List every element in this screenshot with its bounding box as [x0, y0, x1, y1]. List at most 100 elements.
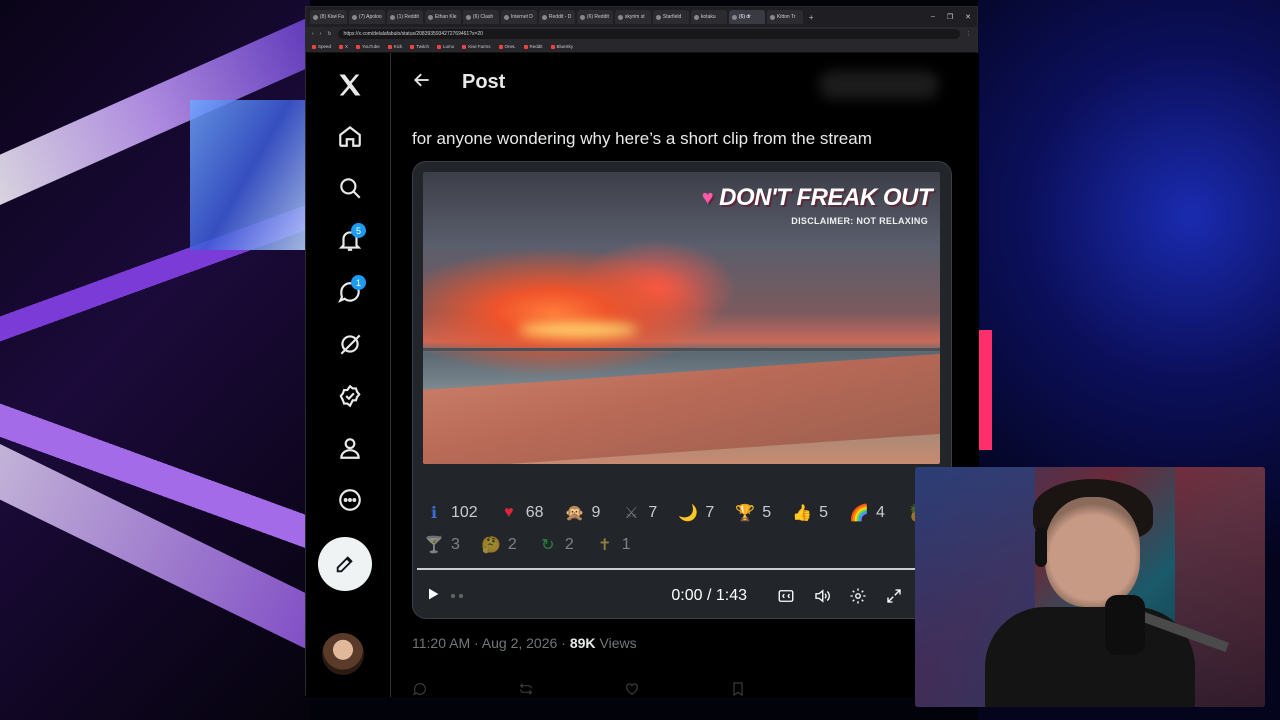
grok-icon[interactable]	[330, 324, 370, 364]
bookmark-item[interactable]: Twitch	[410, 44, 429, 49]
bookmark-favicon-icon	[437, 44, 441, 49]
bookmark-item[interactable]: X	[339, 44, 348, 49]
views-count: 89K	[569, 635, 596, 651]
captions-icon[interactable]	[775, 585, 797, 607]
tab-label: kotaku	[700, 14, 716, 20]
forward-nav-icon[interactable]: ›	[320, 31, 322, 37]
repost-icon[interactable]	[518, 681, 534, 697]
url-text: https://x.com/delalafabulo/status/208393…	[343, 31, 483, 37]
play-icon[interactable]	[425, 586, 441, 607]
x-logo-icon[interactable]	[330, 65, 370, 105]
browser-tab[interactable]: (6) Reddit	[576, 10, 613, 24]
wallpaper-block	[190, 100, 305, 250]
browser-tab[interactable]: Starfield	[652, 10, 689, 24]
video-frame[interactable]: ♥ DON'T FREAK OUT DISCLAIMER: NOT RELAXI…	[423, 172, 940, 464]
tweet-actions	[412, 681, 932, 697]
close-window-button[interactable]: ✕	[965, 13, 971, 21]
tab-label: Ethan Kle	[434, 14, 457, 20]
browser-tab[interactable]: Reddit - D	[538, 10, 575, 24]
bookmark-item[interactable]: Reddit	[523, 44, 543, 49]
video-title: DON'T FREAK OUT	[719, 184, 932, 211]
video-subtitle-overlay: DISCLAIMER: NOT RELAXING	[791, 216, 928, 226]
profile-icon[interactable]	[330, 428, 370, 468]
reaction-item: ℹ 102	[423, 502, 478, 524]
tweet-timestamp[interactable]: 11:20 AM · Aug 2, 2026 ·	[412, 635, 566, 651]
browser-tab[interactable]: (1) Reddit	[386, 10, 423, 24]
tab-favicon-icon	[313, 14, 318, 20]
tab-bar: (8) Kiwi Fa (7) Apoloo (1) Reddit Ethan Kle…	[306, 7, 977, 27]
bookmark-label: YouTube	[362, 44, 380, 49]
like-icon[interactable]	[624, 681, 640, 697]
account-avatar[interactable]	[322, 633, 364, 675]
back-arrow-icon[interactable]	[412, 70, 432, 95]
reply-icon[interactable]	[412, 681, 428, 697]
screen: (8) Kiwi Fa (7) Apoloo (1) Reddit Ethan Kle…	[0, 0, 1280, 720]
browser-tab[interactable]: kotaku	[690, 10, 727, 24]
video-controls: 0:00 / 1:43	[425, 582, 905, 610]
video-title-overlay: ♥ DON'T FREAK OUT	[701, 184, 933, 212]
bookmark-item[interactable]: YouTube	[356, 44, 380, 49]
bookmark-icon[interactable]	[730, 681, 746, 697]
browser-tab[interactable]: Ethan Kle	[424, 10, 461, 24]
tab-label: (6) dr	[738, 14, 751, 20]
reaction-emoji-icon: 🍸	[424, 537, 444, 554]
bookmark-item[interactable]: Kiwi Farms	[462, 44, 491, 49]
tab-favicon-icon	[351, 14, 357, 20]
compose-icon	[336, 556, 353, 573]
tab-label: Reddit - D	[548, 14, 572, 20]
tab-favicon-icon	[427, 14, 433, 20]
browser-tab[interactable]: (7) Apoloo	[348, 10, 385, 24]
minimize-button[interactable]: –	[931, 13, 935, 21]
url-field[interactable]: https://x.com/delalafabulo/status/208393…	[337, 29, 960, 39]
settings-gear-icon[interactable]	[847, 585, 869, 607]
search-icon[interactable]	[330, 168, 370, 208]
browser-tab[interactable]: (8) Kiwi Fa	[310, 10, 347, 24]
bookmark-item[interactable]: Kick	[387, 44, 402, 49]
browser-tab[interactable]: Kitton Tr	[766, 10, 803, 24]
browser-window: (8) Kiwi Fa (7) Apoloo (1) Reddit Ethan Kle…	[305, 6, 979, 697]
volume-icon[interactable]	[811, 585, 833, 607]
maximize-button[interactable]: ❐	[947, 13, 953, 21]
video-player[interactable]: ♥ DON'T FREAK OUT DISCLAIMER: NOT RELAXI…	[412, 161, 952, 619]
x-app: 5 1 Post for anyone wondering why here’s…	[306, 53, 979, 697]
browser-tab[interactable]: Internet D	[500, 10, 537, 24]
bookmark-item[interactable]: OneL	[498, 44, 516, 49]
reaction-emoji-icon: 🙊	[564, 505, 585, 522]
reload-icon[interactable]: ↻	[327, 31, 331, 37]
bookmark-label: Twitch	[416, 44, 429, 49]
heart-icon: ♥	[701, 186, 714, 209]
browser-tab[interactable]: (6) Clash	[462, 10, 499, 24]
bookmark-item[interactable]: Speed	[312, 44, 331, 49]
compose-post-button[interactable]	[318, 537, 372, 591]
back-nav-icon[interactable]: ‹	[312, 31, 314, 37]
notifications-icon[interactable]: 5	[330, 220, 370, 260]
views-label: Views	[599, 635, 637, 651]
popout-icon[interactable]	[883, 585, 905, 607]
bookmark-item[interactable]: Lumo	[437, 44, 454, 49]
tab-label: Starfield	[662, 14, 682, 20]
bookmark-item[interactable]: BlueSky	[550, 44, 573, 49]
new-tab-button[interactable]: +	[805, 13, 818, 22]
bookmark-label: Kiwi Farms	[468, 44, 491, 49]
video-sunset	[518, 322, 638, 338]
more-icon[interactable]	[330, 480, 370, 520]
verified-icon[interactable]	[330, 376, 370, 416]
extensions-icon[interactable]: ⋮	[966, 31, 971, 37]
browser-tab[interactable]: (6) dr	[728, 10, 765, 24]
home-icon[interactable]	[330, 116, 370, 156]
volume-mini-indicator[interactable]	[451, 594, 463, 598]
reaction-count: 7	[705, 504, 715, 521]
video-progress-bar[interactable]	[417, 568, 917, 570]
tab-label: (7) Apoloo	[358, 14, 382, 20]
wallpaper-stripe	[0, 430, 350, 660]
video-time: 0:00 / 1:43	[671, 587, 747, 604]
bookmark-favicon-icon	[462, 44, 467, 49]
tab-label: Internet D	[510, 14, 533, 20]
desktop-wallpaper-left	[0, 0, 350, 720]
tab-label: (1) Reddit	[396, 14, 419, 20]
messages-icon[interactable]: 1	[330, 272, 370, 312]
notifications-badge: 5	[351, 223, 366, 238]
microphone	[1105, 595, 1145, 655]
browser-tab[interactable]: skyrim st	[614, 10, 651, 24]
reaction-emoji-icon: ⚔	[624, 505, 639, 522]
